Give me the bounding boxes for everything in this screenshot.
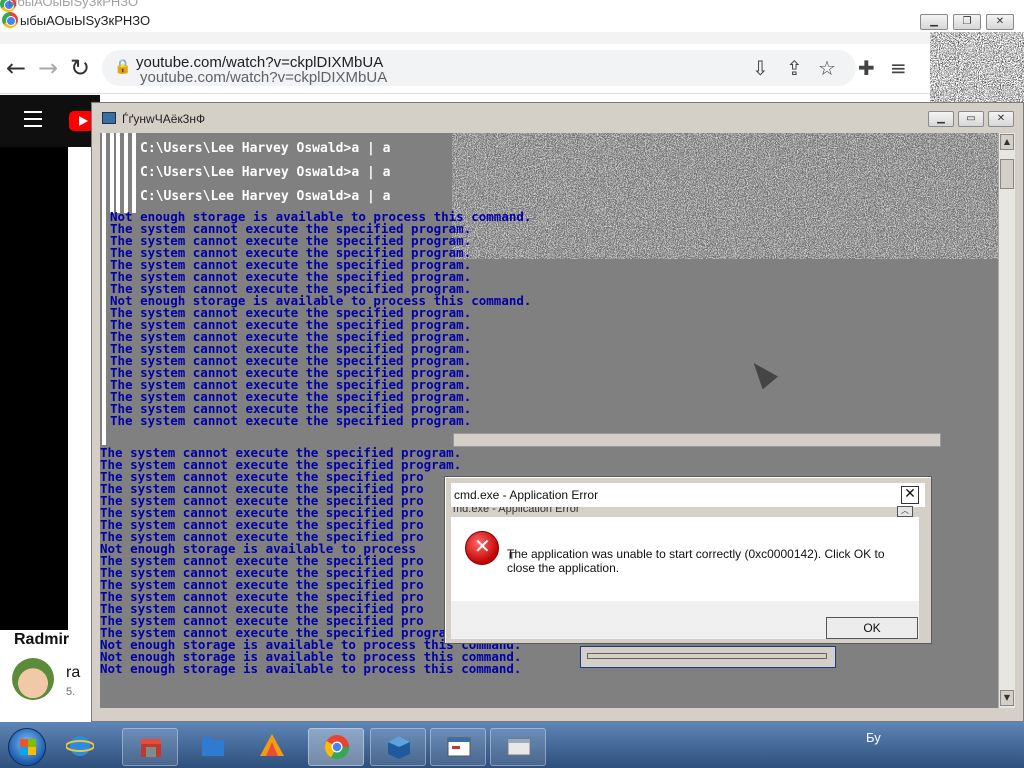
taskbar-item-window[interactable] xyxy=(490,728,546,766)
minimize-button[interactable]: ▁ xyxy=(920,14,948,30)
store-icon xyxy=(141,739,161,757)
prompt-line: C:\Users\Lee Harvey Oswald>a | a xyxy=(140,165,391,180)
window-icon xyxy=(507,738,531,756)
output-line: The system cannot execute the specified … xyxy=(110,413,472,428)
taskbar-item-virtualbox[interactable] xyxy=(370,728,426,766)
folder-icon xyxy=(202,737,224,756)
dialog-title: cmd.exe - Application Error xyxy=(454,488,599,502)
console-artifact xyxy=(102,133,106,445)
console-artifact xyxy=(116,133,120,213)
dialog-title-ghost: md.exe - Application Error xyxy=(453,507,580,515)
application-error-dialog: cmd.exe - Application Error ✕ md.exe - A… xyxy=(444,476,932,644)
taskbar-item-files[interactable] xyxy=(186,728,242,766)
subscriber-count: 5. xyxy=(66,686,76,698)
taskbar: Бу xyxy=(0,722,1024,768)
ghost-dialog-frame xyxy=(453,433,941,447)
error-message: The application was unable to start corr… xyxy=(507,547,885,575)
channel-info: Radmir ra 5. xyxy=(0,630,90,720)
video-player[interactable] xyxy=(0,147,68,637)
taskbar-item-ie[interactable] xyxy=(52,728,108,766)
back-icon[interactable]: ← xyxy=(6,54,26,82)
channel-name[interactable]: ra xyxy=(66,664,80,682)
internet-explorer-icon xyxy=(66,736,94,756)
dialog-close-button[interactable]: ✕ xyxy=(901,486,919,504)
prompt-line: C:\Users\Lee Harvey Oswald>a | a xyxy=(140,189,391,204)
corrupted-pixels xyxy=(930,32,1024,108)
console-artifact xyxy=(124,133,128,213)
tab-strip xyxy=(0,32,935,44)
cmd-close-button[interactable]: ✕ xyxy=(988,111,1014,127)
browser-title-ghost: ыбыАОыЫSуЗкРНЗО xyxy=(8,0,139,9)
dialog-titlebar[interactable]: cmd.exe - Application Error ✕ xyxy=(451,483,925,507)
bookmark-star-icon[interactable]: ☆ xyxy=(818,56,836,80)
scroll-down-icon[interactable]: ▼ xyxy=(1000,690,1014,706)
lock-icon: 🔒 xyxy=(114,59,132,75)
prompt-line: C:\Users\Lee Harvey Oswald>a | a xyxy=(140,141,391,156)
output-line: Not enough storage is available to proce… xyxy=(100,661,522,676)
restore-button[interactable]: ❐ xyxy=(953,14,981,30)
corrupted-pixels xyxy=(452,133,998,259)
avatar[interactable] xyxy=(12,658,54,700)
console-window-icon xyxy=(447,737,471,757)
reload-icon[interactable]: ↻ xyxy=(70,54,90,82)
error-icon xyxy=(465,531,499,565)
install-icon[interactable]: ⇩ xyxy=(752,56,769,80)
clock-fragment[interactable]: Бу xyxy=(866,730,881,745)
browser-toolbar: ← → ↻ 🔒 youtube.com/watch?v=ckplDIXMbUA … xyxy=(0,44,935,94)
start-button[interactable] xyxy=(8,728,46,766)
app-icon xyxy=(260,734,284,756)
dialog-footer: OK xyxy=(451,601,919,639)
media-icon[interactable]: ≡ xyxy=(890,56,907,80)
video-title-fragment: Radmir xyxy=(14,631,70,648)
forward-icon[interactable]: → xyxy=(38,54,58,82)
youtube-header xyxy=(0,95,100,147)
virtualbox-icon xyxy=(388,736,410,759)
taskbar-item-chrome[interactable] xyxy=(308,728,364,766)
scrollbar[interactable]: ▲ ▼ xyxy=(998,133,1015,708)
dialog-body: ╓ The application was unable to start co… xyxy=(451,517,919,601)
ok-button[interactable]: OK xyxy=(826,617,918,639)
url-ghost-text: youtube.com/watch?v=ckplDIXMbUA xyxy=(140,69,388,86)
browser-titlebar: ыбыАОыЫSуЗкРНЗО ыбыАОыЫSуЗкРНЗО ▁ ❐ ✕ xyxy=(0,0,1024,32)
ghost-collapse-icon: ︿ xyxy=(897,506,913,517)
address-bar[interactable]: 🔒 youtube.com/watch?v=ckplDIXMbUA youtub… xyxy=(102,50,856,86)
ghost-dialog-frame xyxy=(580,646,836,668)
console-icon xyxy=(102,112,116,124)
console-artifact xyxy=(132,133,136,213)
taskbar-item-app[interactable] xyxy=(244,728,300,766)
chrome-icon xyxy=(2,12,18,28)
hamburger-menu-icon[interactable] xyxy=(24,111,42,132)
browser-title: ыбыАОыЫSуЗкРНЗО xyxy=(20,13,151,28)
scrollbar-thumb[interactable] xyxy=(1000,159,1014,189)
cmd-minimize-button[interactable]: ▁ xyxy=(928,111,954,127)
scroll-up-icon[interactable]: ▲ xyxy=(1000,134,1014,150)
taskbar-item-console[interactable] xyxy=(430,728,486,766)
extensions-icon[interactable]: ✚ xyxy=(858,56,875,80)
cmd-maximize-button[interactable]: ▭ xyxy=(958,111,984,127)
cmd-title: ЃґунwЧАёк3нФ xyxy=(122,112,206,126)
console-artifact xyxy=(110,133,114,213)
share-icon[interactable]: ⇪ xyxy=(786,56,803,80)
taskbar-item-store[interactable] xyxy=(122,728,178,766)
close-button[interactable]: ✕ xyxy=(986,14,1014,30)
chrome-icon xyxy=(324,735,349,760)
cmd-titlebar[interactable]: ЃґунwЧАёк3нФ ▁ ▭ ✕ xyxy=(92,103,1023,133)
